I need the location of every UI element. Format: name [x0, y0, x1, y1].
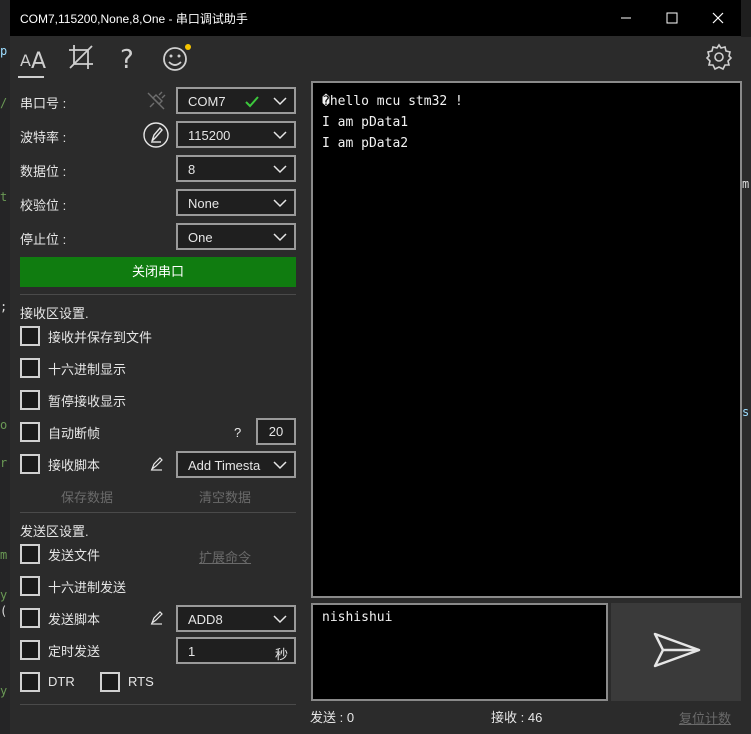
save-data-link[interactable]: 保存数据 [61, 487, 113, 506]
close-icon [712, 12, 724, 24]
maximize-icon [666, 12, 678, 24]
background-editor-left: p / t ; o r m y ( y [0, 0, 10, 734]
port-label: 串口号 : [20, 96, 67, 111]
dtr-checkbox[interactable] [20, 672, 40, 692]
svg-text:A: A [31, 49, 46, 72]
font-size-active-indicator [18, 76, 44, 78]
svg-text:A: A [20, 51, 31, 70]
send-input-area[interactable]: nishishui [311, 603, 608, 701]
databits-label: 数据位 : [20, 164, 67, 179]
hex-display-label: 十六进制显示 [48, 362, 127, 377]
chevron-down-icon [273, 233, 287, 242]
sent-count: 发送 : 0 [310, 710, 355, 725]
receive-script-label: 接收脚本 [48, 458, 101, 473]
databits-select[interactable]: 8 [176, 155, 296, 182]
parity-value: None [188, 196, 220, 211]
chevron-down-icon [273, 165, 287, 174]
close-port-button[interactable]: 关闭串口 [20, 257, 296, 287]
timed-send-label: 定时发送 [48, 644, 101, 659]
dtr-label: DTR [48, 674, 75, 689]
check-icon [245, 96, 259, 108]
baud-select[interactable]: 115200 [176, 121, 296, 148]
baud-label: 波特率 : [20, 130, 67, 145]
receive-script-select[interactable]: Add Timesta [176, 451, 296, 478]
chevron-down-icon [273, 615, 287, 624]
send-script-edit-icon[interactable] [148, 609, 166, 627]
auto-frame-input[interactable]: 20 [256, 418, 296, 445]
pause-display-checkbox[interactable] [20, 390, 40, 410]
font-size-icon[interactable]: A A [18, 42, 48, 74]
parity-label: 校验位 : [20, 198, 67, 213]
extend-command-link[interactable]: 扩展命令 [199, 547, 251, 566]
unplug-icon[interactable] [144, 89, 168, 113]
send-input-value: nishishui [322, 610, 393, 625]
receive-line: I am pData2 [322, 136, 409, 151]
chevron-down-icon [273, 199, 287, 208]
divider [20, 294, 296, 295]
receive-script-value: Add Timesta [188, 458, 261, 473]
timed-send-unit: 秒 [274, 647, 288, 662]
hex-send-label: 十六进制发送 [48, 580, 127, 595]
clear-data-link[interactable]: 清空数据 [199, 487, 251, 506]
stopbits-label: 停止位 : [20, 232, 67, 247]
chevron-down-icon [273, 131, 287, 140]
pause-display-label: 暂停接收显示 [48, 394, 127, 409]
send-script-label: 发送脚本 [48, 612, 101, 627]
receive-line: �hello mcu stm32 ! [322, 94, 463, 109]
baud-edit-icon[interactable] [142, 121, 170, 149]
databits-value: 8 [188, 162, 196, 177]
emoji-icon[interactable] [160, 42, 191, 72]
send-script-checkbox[interactable] [20, 608, 40, 628]
receive-script-edit-icon[interactable] [148, 455, 166, 473]
stopbits-value: One [188, 230, 213, 245]
close-button[interactable] [695, 0, 741, 36]
port-select[interactable]: COM7 [176, 87, 296, 114]
send-script-select[interactable]: ADD8 [176, 605, 296, 632]
divider [20, 704, 296, 705]
receive-script-checkbox[interactable] [20, 454, 40, 474]
reset-count-link[interactable]: 复位计数 [679, 708, 731, 727]
settings-icon[interactable] [704, 42, 734, 72]
title-bar: COM7,115200,None,8,One - 串口调试助手 [10, 0, 741, 36]
minimize-button[interactable] [603, 0, 649, 36]
parity-select[interactable]: None [176, 189, 296, 216]
timed-send-input[interactable]: 1 秒 [176, 637, 296, 664]
receive-line: I am pData1 [322, 115, 409, 130]
send-file-label: 发送文件 [48, 548, 101, 563]
port-value: COM7 [188, 94, 226, 109]
window-title: COM7,115200,None,8,One - 串口调试助手 [20, 12, 248, 26]
send-settings-header: 发送区设置. [20, 524, 89, 539]
rts-label: RTS [128, 674, 154, 689]
hex-display-checkbox[interactable] [20, 358, 40, 378]
toolbar: A A ? [10, 36, 741, 80]
send-file-checkbox[interactable] [20, 544, 40, 564]
timed-send-checkbox[interactable] [20, 640, 40, 660]
serial-assistant-window: COM7,115200,None,8,One - 串口调试助手 A A ? 串口… [10, 0, 742, 734]
timed-send-value: 1 [188, 644, 196, 659]
help-icon[interactable]: ? [112, 42, 142, 75]
baud-value: 115200 [188, 128, 231, 143]
auto-frame-checkbox[interactable] [20, 422, 40, 442]
auto-frame-label: 自动断帧 [48, 426, 101, 441]
send-button[interactable] [611, 603, 741, 701]
received-count: 接收 : 46 [491, 710, 543, 725]
auto-frame-help-icon[interactable]: ? [234, 425, 241, 440]
chevron-down-icon [273, 461, 287, 470]
rts-checkbox[interactable] [100, 672, 120, 692]
hex-send-checkbox[interactable] [20, 576, 40, 596]
maximize-button[interactable] [649, 0, 695, 36]
send-arrow-icon [653, 632, 701, 668]
svg-text:?: ? [120, 45, 134, 72]
receive-area[interactable]: �hello mcu stm32 ! I am pData1 I am pDat… [311, 81, 742, 598]
receive-settings-header: 接收区设置. [20, 306, 89, 321]
minimize-icon [621, 17, 631, 19]
save-to-file-checkbox[interactable] [20, 326, 40, 346]
chevron-down-icon [273, 97, 287, 106]
save-to-file-label: 接收并保存到文件 [48, 330, 153, 345]
divider [20, 512, 296, 513]
crop-icon[interactable] [66, 42, 96, 72]
send-script-value: ADD8 [188, 612, 223, 627]
stopbits-select[interactable]: One [176, 223, 296, 250]
